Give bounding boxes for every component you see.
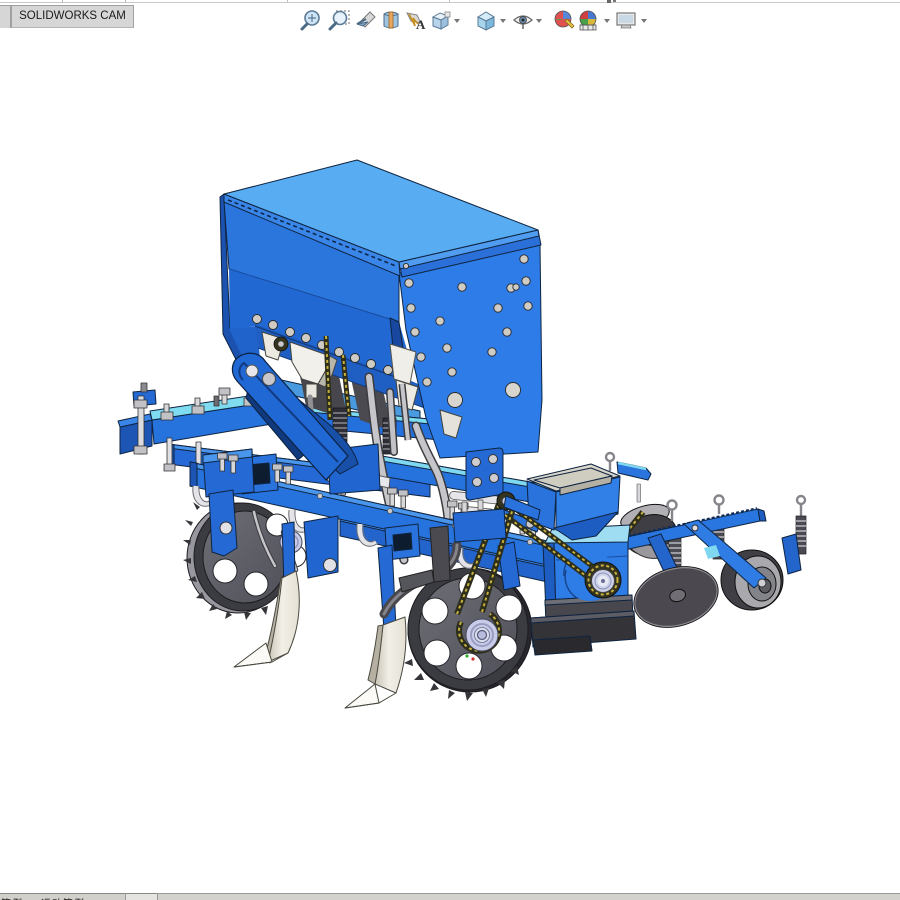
svg-text:A: A xyxy=(416,17,426,32)
